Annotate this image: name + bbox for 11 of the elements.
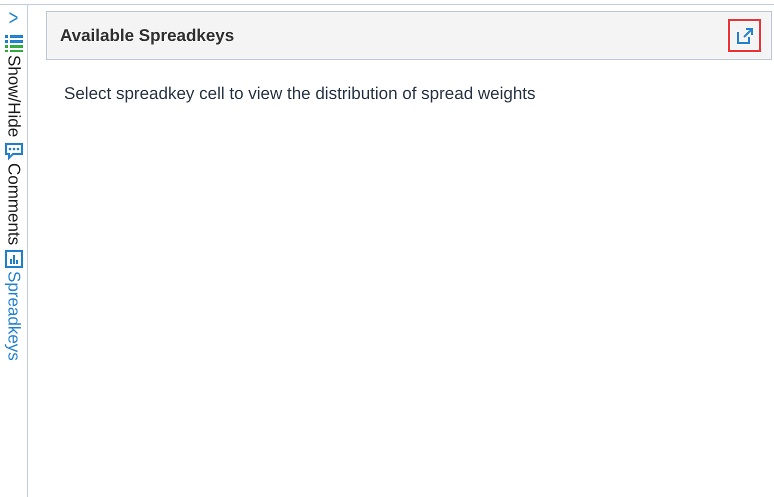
expand-button[interactable]: >: [8, 7, 18, 29]
chart-icon: [4, 249, 24, 270]
popout-icon: [736, 26, 754, 44]
comment-icon: [4, 141, 24, 162]
sidebar-tab[interactable]: Comments: [4, 141, 24, 246]
list-icon: [4, 33, 24, 53]
popout-button[interactable]: [728, 19, 761, 52]
sidebar-tab[interactable]: Spreadkeys: [4, 249, 24, 362]
sidebar-tab[interactable]: Show/Hide: [4, 33, 24, 138]
empty-state-message: Select spreadkey cell to view the distribution of spread weights: [64, 83, 537, 105]
panel-title: Available Spreadkeys: [60, 24, 234, 47]
